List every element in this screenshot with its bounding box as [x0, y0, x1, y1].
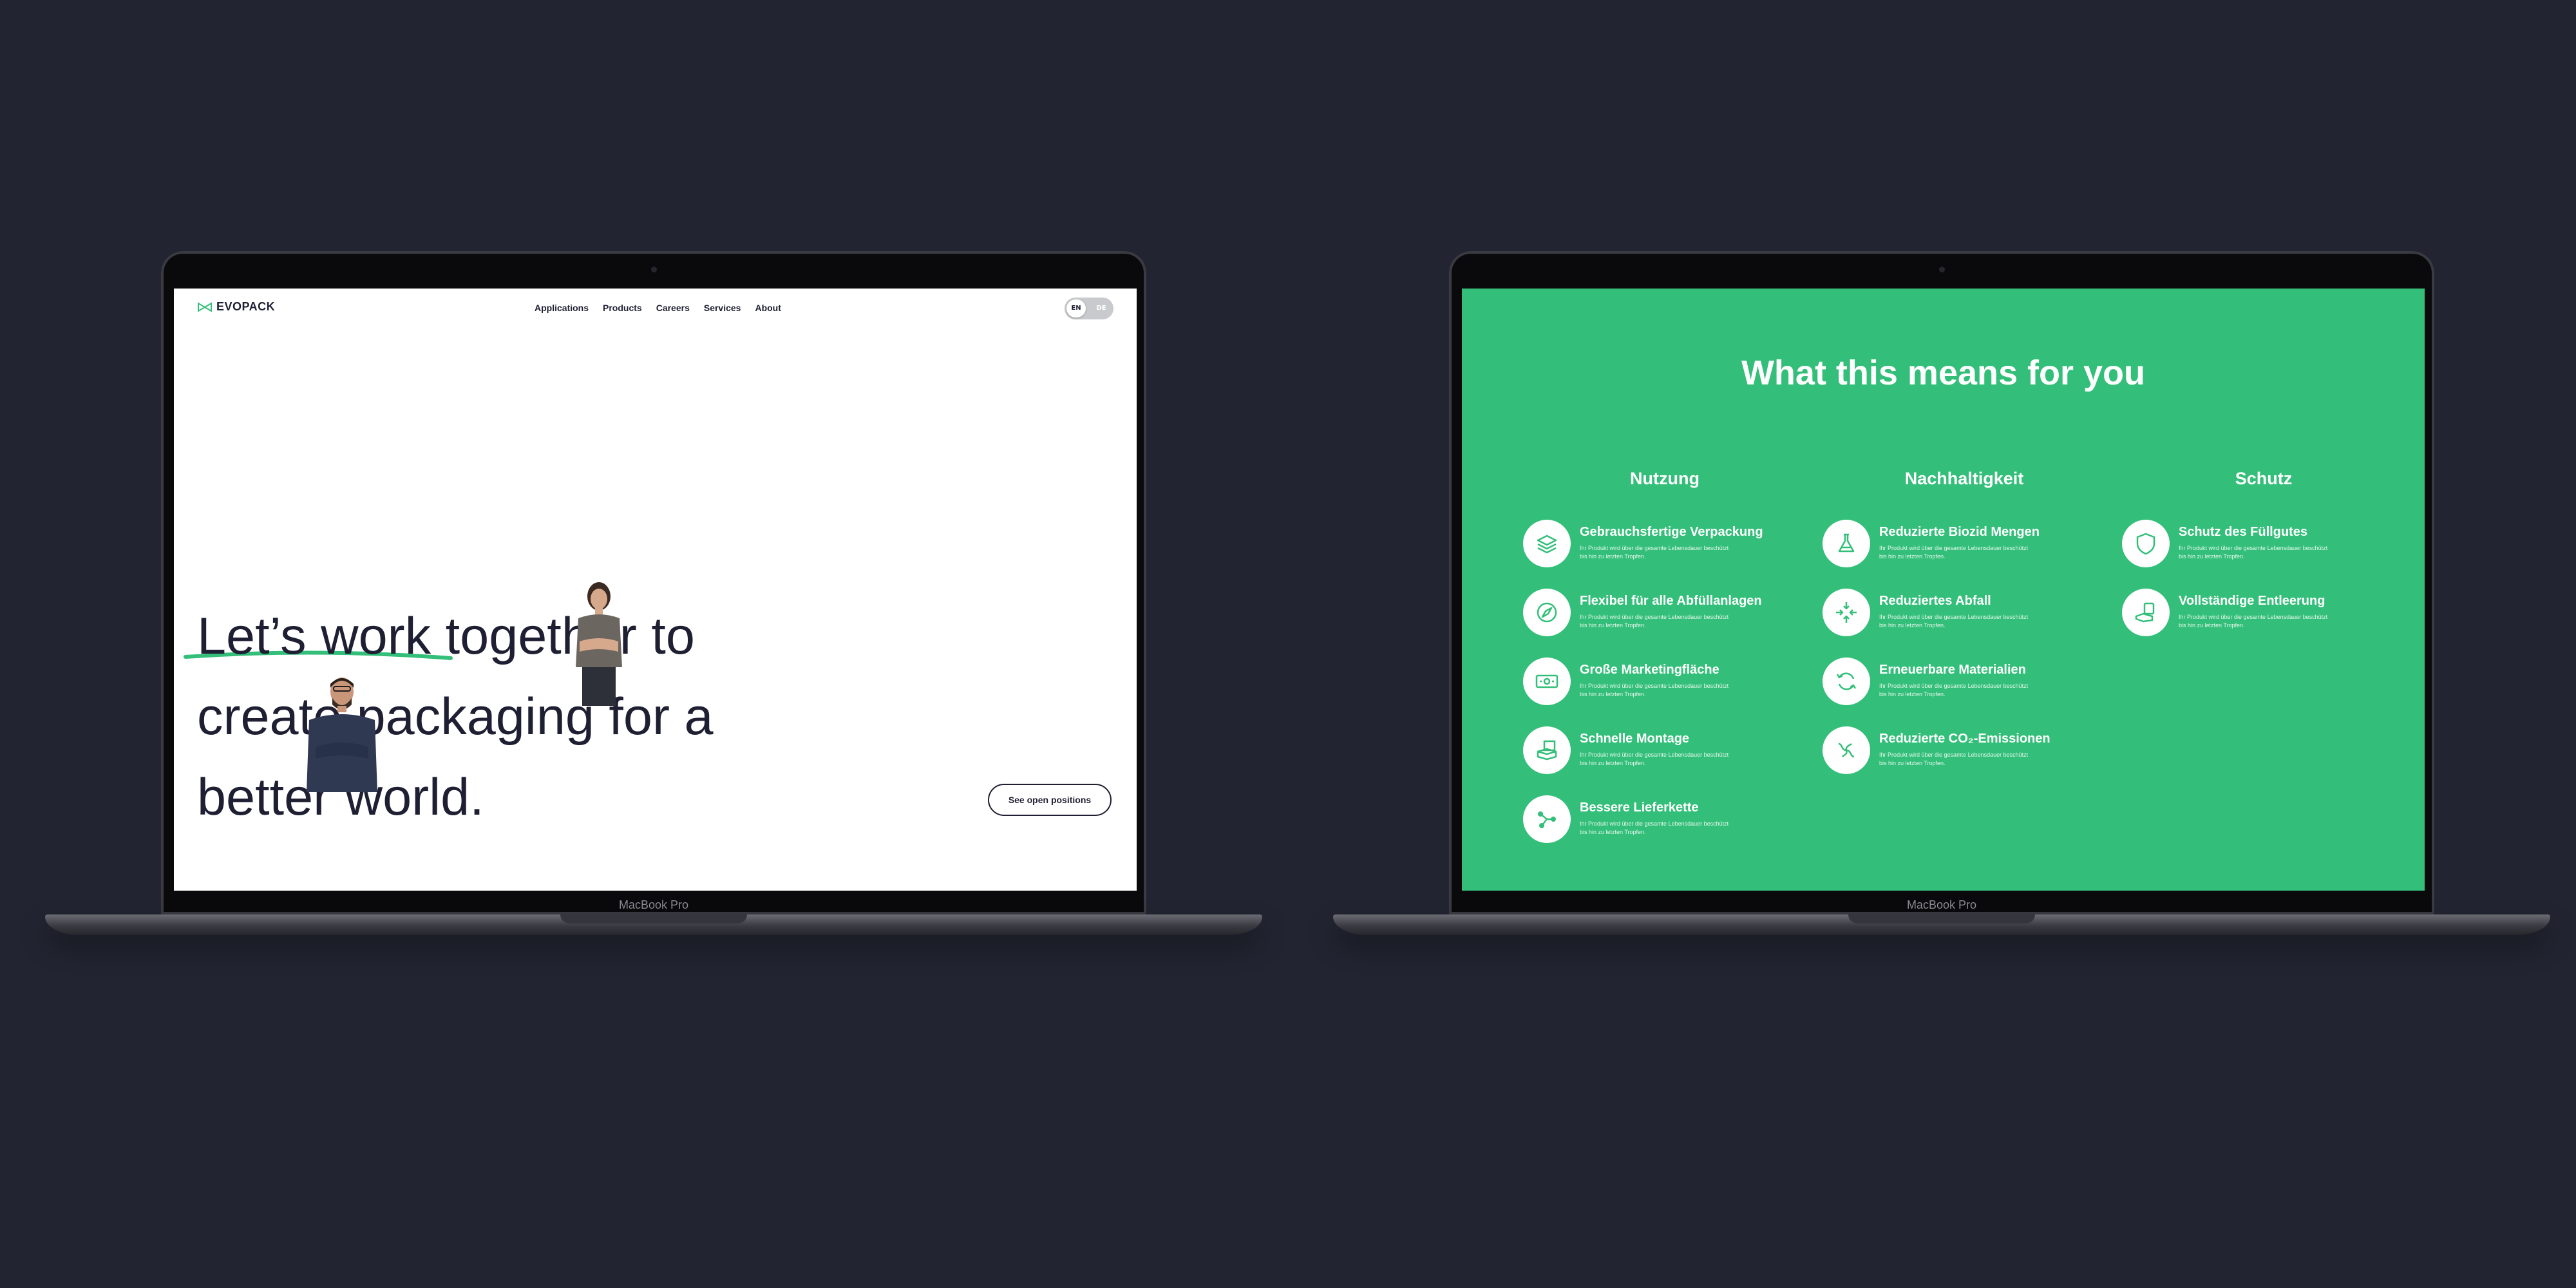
benefit-item: Vollständige Entleerung Ihr Produkt wird…: [2122, 589, 2405, 658]
benefit-column-schutz: Schutz Schutz des Füllgutes Ihr Produkt …: [2122, 469, 2405, 658]
benefit-description: Ihr Produkt wird über die gesamte Lebens…: [1879, 614, 2029, 629]
nav-careers[interactable]: Careers: [656, 303, 690, 313]
benefit-item: Gebrauchsfertige Verpackung Ihr Produkt …: [1523, 520, 1806, 589]
banknote-icon: [1523, 658, 1571, 705]
benefit-item: Schnelle Montage Ihr Produkt wird über d…: [1523, 726, 1806, 795]
benefit-item: Reduzierte Biozid Mengen Ihr Produkt wir…: [1823, 520, 2106, 589]
benefits-screen: What this means for you Nutzung Gebrauch…: [1462, 289, 2425, 891]
recycle-icon: [1823, 658, 1870, 705]
headline-line: Let’s work together to: [197, 607, 695, 665]
benefit-item: Flexibel für alle Abfüllanlagen Ihr Prod…: [1523, 589, 1806, 658]
box-stack-icon: [1523, 726, 1571, 774]
benefit-description: Ihr Produkt wird über die gesamte Lebens…: [1879, 752, 2029, 766]
column-heading: Schutz: [2235, 469, 2293, 488]
benefit-title: Reduzierte CO₂-Emissionen: [1879, 732, 2050, 746]
benefit-item: Reduzierte CO₂-Emissionen Ihr Produkt wi…: [1823, 726, 2106, 795]
flask-icon: [1823, 520, 1870, 567]
benefit-title: Gebrauchsfertige Verpackung: [1580, 525, 1763, 539]
column-heading: Nachhaltigkeit: [1904, 469, 2024, 488]
benefit-title: Erneuerbare Materialien: [1879, 663, 2026, 677]
team-member-man-photo: [307, 677, 377, 792]
benefit-description: Ihr Produkt wird über die gesamte Lebens…: [1580, 752, 1729, 766]
nav-products[interactable]: Products: [603, 303, 642, 313]
benefit-column-nutzung: Nutzung Gebrauchsfertige Verpackung Ihr …: [1523, 469, 1806, 864]
benefit-description: Ihr Produkt wird über die gesamte Lebens…: [2179, 614, 2328, 629]
benefit-title: Bessere Lieferkette: [1580, 800, 1699, 815]
benefit-description: Ihr Produkt wird über die gesamte Lebens…: [1879, 545, 2029, 560]
shrink-arrows-icon: [1823, 589, 1870, 636]
benefit-title: Vollständige Entleerung: [2179, 594, 2325, 608]
headline-line: create packaging for a: [197, 688, 714, 746]
laptop-lid: What this means for you Nutzung Gebrauch…: [1449, 251, 2434, 914]
column-heading: Nutzung: [1630, 469, 1700, 488]
laptop-model-label: MacBook Pro: [618, 898, 689, 911]
benefit-item: Reduziertes Abfall Ihr Produkt wird über…: [1823, 589, 2106, 658]
benefit-title: Reduzierte Biozid Mengen: [1879, 525, 2040, 539]
benefit-title: Schnelle Montage: [1580, 732, 1690, 746]
shield-icon: [2122, 520, 2170, 567]
benefit-item: Bessere Lieferkette Ihr Produkt wird übe…: [1523, 795, 1806, 864]
lang-de[interactable]: DE: [1093, 299, 1110, 317]
laptop-lid: EVOPACK Applications Products Careers Se…: [161, 251, 1146, 914]
empty-container-icon: [2122, 589, 2170, 636]
benefit-description: Ihr Produkt wird über die gesamte Lebens…: [1580, 683, 1729, 697]
benefit-item: Erneuerbare Materialien Ihr Produkt wird…: [1823, 658, 2106, 726]
benefit-title: Große Marketingfläche: [1580, 663, 1719, 677]
top-navigation: EVOPACK Applications Products Careers Se…: [174, 289, 1137, 327]
benefit-description: Ihr Produkt wird über die gesamte Lebens…: [1580, 614, 1729, 629]
benefit-description: Ihr Produkt wird über die gesamte Lebens…: [1879, 683, 2029, 697]
co2-icon: [1823, 726, 1870, 774]
evopack-logo-icon: [198, 301, 212, 312]
benefit-item: Schutz des Füllgutes Ihr Produkt wird üb…: [2122, 520, 2405, 589]
benefit-column-nachhaltigkeit: Nachhaltigkeit Reduzierte Biozid Mengen …: [1823, 469, 2106, 795]
website-home-screen: EVOPACK Applications Products Careers Se…: [174, 289, 1137, 891]
camera-dot: [651, 267, 657, 272]
lang-en[interactable]: EN: [1066, 299, 1086, 317]
layers-icon: [1523, 520, 1571, 567]
benefit-description: Ihr Produkt wird über die gesamte Lebens…: [2179, 545, 2328, 560]
language-toggle[interactable]: EN DE: [1065, 298, 1113, 319]
benefit-description: Ihr Produkt wird über die gesamte Lebens…: [1580, 545, 1729, 560]
laptop-left: EVOPACK Applications Products Careers Se…: [45, 251, 1262, 940]
nav-applications[interactable]: Applications: [535, 303, 589, 313]
benefit-title: Reduziertes Abfall: [1879, 594, 1991, 608]
laptop-model-label: MacBook Pro: [1906, 898, 1977, 911]
main-menu: Applications Products Careers Services A…: [535, 303, 781, 313]
benefit-description: Ihr Produkt wird über die gesamte Lebens…: [1580, 820, 1729, 835]
network-icon: [1523, 795, 1571, 843]
laptop-hinge-notch: [1848, 914, 2035, 923]
section-title: What this means for you: [1741, 354, 2146, 392]
team-member-woman-photo: [576, 582, 622, 706]
laptop-right: What this means for you Nutzung Gebrauch…: [1333, 251, 2550, 940]
nav-services[interactable]: Services: [704, 303, 741, 313]
brand-name: EVOPACK: [216, 300, 276, 313]
compass-icon: [1523, 589, 1571, 636]
benefit-item: Große Marketingfläche Ihr Produkt wird ü…: [1523, 658, 1806, 726]
benefit-title: Flexibel für alle Abfüllanlagen: [1580, 594, 1762, 608]
nav-about[interactable]: About: [755, 303, 781, 313]
see-open-positions-button[interactable]: See open positions: [988, 784, 1112, 816]
benefit-title: Schutz des Füllgutes: [2179, 525, 2308, 539]
brand-logo[interactable]: EVOPACK: [197, 300, 275, 314]
laptop-hinge-notch: [560, 914, 747, 923]
hero-headline: Let’s work together to create packaging …: [197, 596, 714, 838]
headline-line: better world.: [197, 768, 484, 826]
camera-dot: [1939, 267, 1945, 272]
